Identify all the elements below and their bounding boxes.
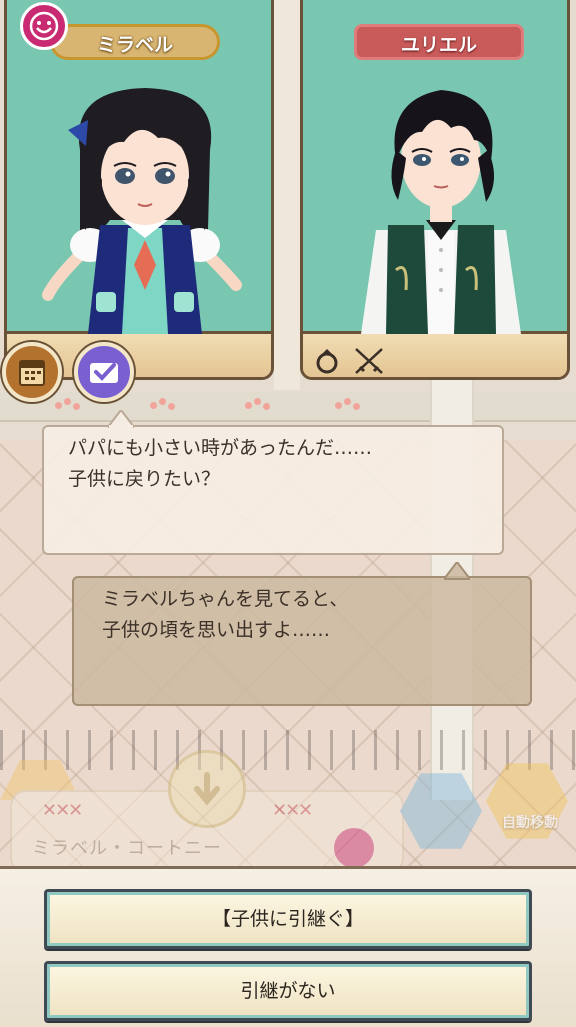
flower-decoration <box>335 398 361 416</box>
smiley-icon-glyph <box>29 11 59 41</box>
yuriel-avatar <box>361 90 521 334</box>
down-arrow-icon <box>194 772 220 806</box>
child-speech-bubble: ミラベルちゃんを見てると、 子供の頃を思い出すよ…… <box>72 576 532 706</box>
right-relation-icons <box>312 345 386 375</box>
auto-move-label: 自動移動 <box>502 815 558 831</box>
hud-character-name: ミラベル・コートニー <box>32 838 222 859</box>
parent-speech-bubble: パパにも小さい時があったんだ…… 子供に戻りたい？ <box>42 425 504 555</box>
flower-decoration <box>55 398 81 416</box>
right-character-name: ユリエル <box>354 24 524 60</box>
do-not-inherit-button[interactable]: 引継がない <box>44 961 532 1021</box>
down-arrow-button <box>168 750 246 828</box>
panel-divider <box>274 0 300 390</box>
background-hud: ✕✕✕ ✕✕✕ ミラベル・コートニー 自動移動 <box>0 740 576 874</box>
card-decoration: ✕✕✕ <box>272 800 313 821</box>
flower-decoration <box>150 398 176 416</box>
hud-smiley-icon <box>334 828 374 868</box>
calendar-icon[interactable] <box>2 342 62 402</box>
bubble-tail <box>108 410 134 428</box>
sword-hex-icon <box>400 773 482 849</box>
dialogue-line: 子供の頃を思い出すよ…… <box>102 619 331 641</box>
choice-panel: 【子供に引継ぐ】 引継がない <box>0 866 576 1027</box>
checkmark-icon[interactable] <box>74 342 134 402</box>
card-decoration: ✕✕✕ <box>42 800 83 821</box>
smiley-icon[interactable] <box>20 2 68 50</box>
dialogue-line: ミラベルちゃんを見てると、 <box>102 588 349 610</box>
calendar-icon-glyph <box>19 360 45 386</box>
dialogue-line: パパにも小さい時があったんだ…… <box>68 437 373 459</box>
inherit-to-child-button[interactable]: 【子供に引継ぐ】 <box>44 889 532 949</box>
flower-decoration <box>245 398 271 416</box>
mirabel-avatar <box>42 88 242 334</box>
crossed-swords-icon <box>355 348 383 374</box>
ring-icon <box>316 349 338 374</box>
dialogue-line: 子供に戻りたい？ <box>68 468 221 490</box>
checkmark-icon-glyph <box>90 363 118 383</box>
bubble-tail <box>444 562 470 580</box>
left-character-name: ミラベル <box>50 24 220 60</box>
